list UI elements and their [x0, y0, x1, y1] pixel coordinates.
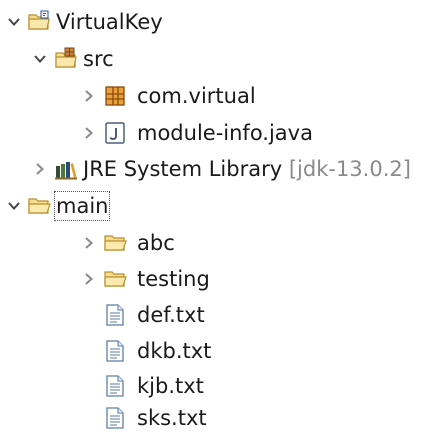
tree-item-src[interactable]: src	[0, 43, 433, 75]
tree-item-label: com.virtual	[137, 84, 256, 108]
tree-item-label: src	[83, 47, 114, 71]
library-icon	[54, 157, 78, 181]
tree-item-jre-system-library[interactable]: JRE System Library [jdk-13.0.2]	[0, 153, 433, 185]
tree-item-def-txt[interactable]: def.txt	[0, 299, 433, 331]
tree-item-label: dkb.txt	[137, 339, 212, 363]
tree-item-virtualkey[interactable]: VirtualKey	[0, 6, 433, 38]
text-file-icon	[103, 374, 127, 398]
package-icon	[103, 84, 127, 108]
tree-item-testing[interactable]: testing	[0, 263, 433, 295]
chevron-down-icon[interactable]	[31, 50, 49, 68]
tree-item-label: abc	[137, 231, 175, 255]
tree-item-com-virtual[interactable]: com.virtual	[0, 80, 433, 112]
tree-item-label: JRE System Library [jdk-13.0.2]	[83, 156, 411, 182]
chevron-down-icon[interactable]	[5, 13, 23, 31]
tree-item-label: sks.txt	[137, 406, 207, 430]
source-folder-icon	[54, 47, 78, 71]
tree-item-sks-txt[interactable]: sks.txt	[0, 402, 433, 434]
chevron-right-icon[interactable]	[80, 234, 98, 252]
chevron-down-icon[interactable]	[5, 197, 23, 215]
project-folder-icon	[27, 10, 51, 34]
chevron-right-icon[interactable]	[80, 270, 98, 288]
tree-item-label: def.txt	[137, 303, 205, 327]
tree-item-module-info[interactable]: module-info.java	[0, 117, 433, 149]
library-name: JRE System Library	[83, 157, 283, 181]
chevron-right-icon[interactable]	[31, 160, 49, 178]
text-file-icon	[103, 339, 127, 363]
tree-item-label: VirtualKey	[56, 10, 163, 34]
tree-item-label: testing	[137, 267, 210, 291]
folder-icon	[103, 267, 127, 291]
text-file-icon	[103, 406, 127, 430]
folder-icon	[103, 231, 127, 255]
folder-icon	[27, 194, 51, 218]
java-file-icon	[103, 121, 127, 145]
tree-item-label: main	[53, 191, 111, 221]
text-file-icon	[103, 303, 127, 327]
tree-item-main[interactable]: main	[0, 190, 433, 222]
tree-item-label: module-info.java	[137, 121, 313, 145]
tree-item-label: kjb.txt	[137, 374, 204, 398]
project-explorer-tree: VirtualKey src com.virtual module-info.j…	[0, 0, 433, 434]
chevron-right-icon[interactable]	[80, 124, 98, 142]
tree-item-kjb-txt[interactable]: kjb.txt	[0, 370, 433, 402]
chevron-right-icon[interactable]	[80, 87, 98, 105]
library-version-decoration: [jdk-13.0.2]	[288, 157, 411, 181]
tree-item-abc[interactable]: abc	[0, 227, 433, 259]
tree-item-dkb-txt[interactable]: dkb.txt	[0, 335, 433, 367]
